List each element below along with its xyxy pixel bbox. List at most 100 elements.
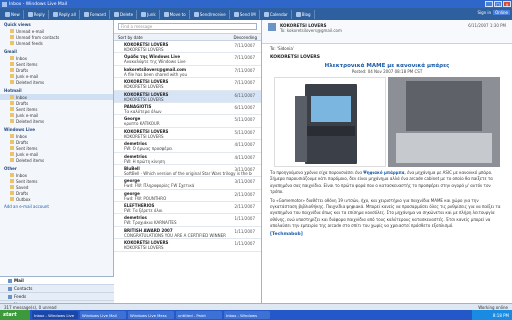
move-to-button[interactable]: Move to (161, 9, 190, 19)
message-row[interactable]: BRITISH AWARD 2007 CONGRATULATIONS YOU AR… (114, 227, 261, 240)
message-date: 7/11/2007 (234, 80, 255, 86)
maximize-button[interactable]: □ (494, 1, 502, 7)
forward-button[interactable]: Forward (81, 9, 110, 19)
status-bar: 317 message(s), 0 unread Working online (0, 303, 512, 310)
clock: 8:18 PM (492, 312, 509, 318)
message-subject: Fwd: FW: POUNTHRO (124, 195, 167, 201)
window-title: Inbox - Windows Live Mail (9, 1, 68, 7)
message-subject: FW: Ο ήρωας προσφέρει (124, 146, 173, 152)
account-hotmail-header[interactable]: Hotmail (0, 87, 113, 94)
message-row[interactable]: ELEFTHERIOS FW: Τα ξέρετε όλοι 2/11/2007 (114, 202, 261, 215)
minimize-button[interactable]: _ (485, 1, 493, 7)
send-receive-button[interactable]: Send/receive (191, 9, 230, 19)
message-row[interactable]: KOKORETSI LOVERS KOKORETSI LOVERS 7/11/200… (114, 78, 261, 91)
folder-icon (10, 197, 14, 201)
folder-icon (10, 140, 14, 144)
folder-unread-feeds[interactable]: Unread feeds (0, 40, 113, 46)
message-row[interactable]: KOKORETSI LOVERS KOKORETSI LOVERS 5/11/200… (114, 128, 261, 141)
folder-icon (10, 179, 14, 183)
calendar-button[interactable]: Calendar (261, 9, 292, 19)
message-row[interactable]: BluBell SoftBell - Which version of the o… (114, 165, 261, 178)
account-other-header[interactable]: Other (0, 165, 113, 172)
folder-outbox[interactable]: Outbox (0, 196, 113, 202)
message-date: 7/11/2007 (234, 55, 255, 61)
message-subject: KOKORETSI LOVERS (124, 84, 164, 90)
message-row[interactable]: demetrios FW: Η πρώτη κίνηση 4/11/2007 (114, 153, 261, 165)
toolbar: New Reply Reply all Forward Delete Junk … (0, 8, 512, 20)
message-date: 1/11/2007 (234, 241, 255, 247)
close-button[interactable]: × (503, 1, 511, 7)
delete-button[interactable]: Delete (111, 9, 138, 19)
folder-icon (10, 68, 14, 72)
reply-all-button[interactable]: Reply all (50, 9, 80, 19)
junk-button[interactable]: Junk (138, 9, 160, 19)
message-row[interactable]: PANAGIOTIS Τα καλύτερα όλων 6/11/2007 (114, 103, 261, 116)
message-subject: KOKORETSI LOVERS (124, 96, 164, 102)
inbox-icon (10, 173, 14, 177)
avatar (268, 23, 276, 31)
status-dropdown[interactable]: Online (493, 10, 510, 15)
post-inline-link[interactable]: Ψηφιακό μπάρμπα (363, 170, 404, 175)
message-row[interactable]: KOKORETSI LOVERS KOKORETSI LOVERS 1/11/200… (114, 239, 261, 252)
folder-icon (10, 146, 14, 150)
message-row[interactable]: Ομάδα της Windows Live Ανακαλύψτε της Win… (114, 53, 261, 66)
message-row[interactable]: KOKORETSI LOVERS KOKORETSI LOVERS 6/11/200… (114, 90, 261, 103)
post-paragraph-1: Τα προηγούμενα χρόνια είχα παρουσιάσει έ… (270, 170, 493, 194)
connection-status: Working online (478, 304, 508, 310)
message-greeting: To: ‘Sidonia’ (270, 46, 295, 51)
taskbar-item[interactable]: Inbox - Windows (224, 311, 270, 319)
nav-mail[interactable]: Mail (0, 277, 114, 285)
mail-icon (8, 278, 12, 283)
sort-by-dropdown[interactable]: Sort by date (118, 35, 143, 40)
sort-order-dropdown[interactable]: Descending (233, 35, 257, 40)
search-input[interactable]: Find a message (118, 23, 257, 30)
sign-in-link[interactable]: Sign in (477, 10, 491, 15)
message-row[interactable]: george Fwd: FW: POUNTHRO 2/11/2007 (114, 190, 261, 203)
message-date: 1/11/2007 (234, 216, 255, 222)
message-date: 4/11/2007 (234, 142, 255, 148)
quick-views-header[interactable]: Quick views (0, 21, 113, 28)
folder-deleted[interactable]: Deleted items (0, 157, 113, 163)
account-windowslive-header[interactable]: Windows Live (0, 126, 113, 133)
new-button[interactable]: New (2, 9, 24, 19)
taskbar-item[interactable]: Inbox - Windows Live (32, 311, 78, 319)
post-images (270, 77, 504, 168)
taskbar-item[interactable]: Windows Live Mess (128, 311, 174, 319)
folder-icon (10, 35, 14, 39)
send-im-button[interactable]: Send IM (231, 9, 260, 19)
folder-icon (10, 62, 14, 66)
sync-icon (193, 11, 199, 17)
messenger-icon (233, 11, 239, 17)
account-hotmail-group: Hotmail Inbox Drafts Sent items Junk e-m… (0, 86, 113, 125)
folder-icon (10, 185, 14, 189)
nav-contacts[interactable]: Contacts (0, 285, 114, 293)
folder-icon (10, 107, 14, 111)
folder-icon (10, 158, 14, 162)
message-row[interactable]: KOKORETSI LOVERS KOKORETSI LOVERS 7/11/200… (114, 41, 261, 54)
calendar-icon (263, 11, 269, 17)
message-row[interactable]: George κρυπτο KATIKOUR 5/11/2007 (114, 115, 261, 128)
message-date: 5/11/2007 (234, 129, 255, 135)
nav-feeds[interactable]: Feeds (0, 293, 114, 301)
blog-button[interactable]: Blog (293, 9, 315, 19)
message-row[interactable]: kokoretsilovers@gmail.com A file has been… (114, 66, 261, 79)
message-subject: KOKORETSI LOVERS (124, 47, 164, 52)
folder-deleted[interactable]: Deleted items (0, 79, 113, 85)
post-source-link[interactable]: [Techmabob] (270, 232, 504, 237)
message-subject: Ανακαλύψτε της Windows Live (124, 59, 186, 65)
delete-icon (113, 11, 119, 17)
taskbar-item[interactable]: untitled - Paint (176, 311, 222, 319)
message-row[interactable]: george Fwd: FW: Πληροφορίες FW Σχετικά 3/1… (114, 177, 261, 190)
message-header: KOKORETSI LOVERS To: kokoretsilovers@gma… (262, 20, 512, 44)
reply-button[interactable]: Reply (25, 9, 49, 19)
account-gmail-header[interactable]: Gmail (0, 48, 113, 55)
message-subject: FW: Τα ξέρετε όλοι (124, 208, 163, 214)
message-row[interactable]: demetrios FW: Τροχιάκια KARNAITES 1/11/200… (114, 214, 261, 227)
add-account-link[interactable]: Add an e-mail account (0, 203, 113, 210)
message-subject: Fwd: FW: Πληροφορίες FW Σχετικά (124, 183, 195, 189)
folder-deleted[interactable]: Deleted items (0, 118, 113, 124)
move-icon (163, 11, 169, 17)
taskbar-item[interactable]: Windows Live Mail (80, 311, 126, 319)
start-button[interactable]: start (0, 310, 30, 320)
message-row[interactable]: demetrios FW: Ο ήρωας προσφέρει 4/11/2007 (114, 140, 261, 153)
